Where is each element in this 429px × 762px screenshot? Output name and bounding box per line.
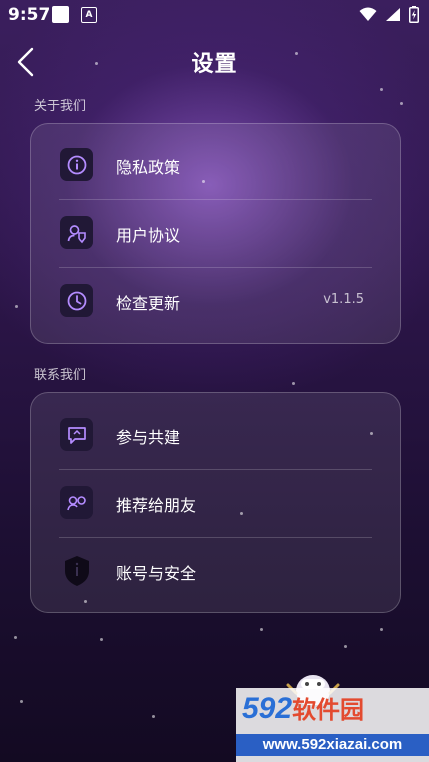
page-title: 设置 (191, 52, 238, 77)
status-bar: 9:57 A (0, 0, 429, 30)
star (15, 305, 18, 308)
feedback-icon (60, 418, 93, 451)
co-build-row[interactable]: 参与共建 (31, 401, 400, 469)
signal-icon (386, 8, 400, 21)
star (344, 645, 347, 648)
check-update-label: 检查更新 (116, 294, 181, 313)
watermark-number: 592 (242, 692, 293, 725)
privacy-policy-row[interactable]: 隐私政策 (31, 131, 400, 199)
clock-icon (60, 284, 93, 317)
user-agreement-icon (60, 216, 93, 249)
recommend-friend-label: 推荐给朋友 (116, 496, 197, 515)
recommend-friend-row[interactable]: 推荐给朋友 (31, 469, 400, 537)
watermark-brand: 592软件园 (242, 690, 364, 726)
a-notification-icon: A (81, 7, 97, 23)
wifi-icon (359, 7, 377, 21)
check-update-row[interactable]: 检查更新 v1.1.5 (31, 267, 400, 335)
user-agreement-row[interactable]: 用户协议 (31, 199, 400, 267)
star (152, 715, 155, 718)
notification-square-icon (52, 6, 69, 23)
privacy-policy-label: 隐私政策 (116, 158, 181, 177)
section-label-about: 关于我们 (34, 99, 87, 114)
battery-charging-icon (409, 6, 419, 23)
shield-icon (60, 554, 93, 587)
watermark-brand-cn: 软件园 (292, 697, 365, 724)
star (20, 700, 23, 703)
star (14, 636, 17, 639)
status-time: 9:57 (8, 5, 51, 25)
contact-card: 参与共建 推荐给朋友 账号与安全 (30, 392, 401, 613)
star (380, 88, 383, 91)
watermark-url: www.592xiazai.com (236, 734, 429, 756)
share-friends-icon (60, 486, 93, 519)
section-label-contact: 联系我们 (34, 368, 87, 383)
star (100, 638, 103, 641)
account-security-label: 账号与安全 (116, 564, 197, 583)
star (400, 102, 403, 105)
star (260, 628, 263, 631)
header: 设置 (0, 40, 429, 84)
version-value: v1.1.5 (323, 292, 364, 307)
user-agreement-label: 用户协议 (116, 226, 181, 245)
watermark-logo: 592软件园 www.592xiazai.com (236, 688, 429, 762)
info-icon (60, 148, 93, 181)
star (380, 628, 383, 631)
about-card: 隐私政策 用户协议 检查更新 v1.1.5 (30, 123, 401, 344)
co-build-label: 参与共建 (116, 428, 181, 447)
account-security-row[interactable]: 账号与安全 (31, 537, 400, 605)
star (292, 382, 295, 385)
